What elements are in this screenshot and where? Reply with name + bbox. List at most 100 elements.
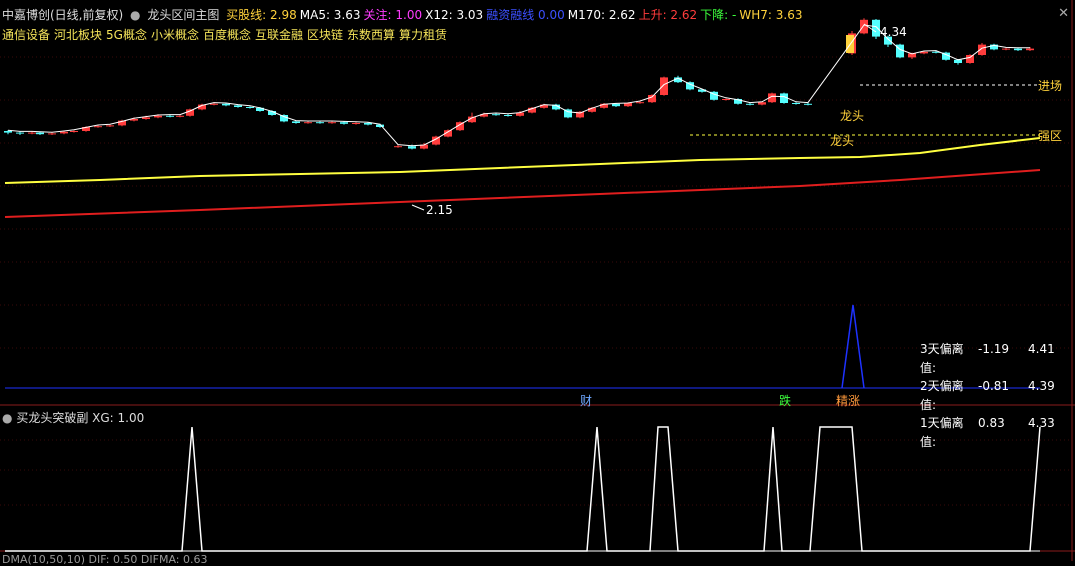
dragon-head-label-2: 龙头 [830,134,854,148]
candle-body [364,123,372,125]
gear-icon[interactable]: ✕ [1058,6,1069,21]
concept-tag-2[interactable]: 5G概念 [106,28,147,42]
candle-body [660,77,668,95]
candle-body [504,115,512,116]
sub-panel-dropdown-icon[interactable]: ● [2,411,12,425]
candle-body [340,122,348,124]
candle-body [492,114,500,116]
deviation-price: 4.33 [1028,416,1055,430]
candle-body [70,131,78,132]
deviation-label: 2天偏离值: [920,379,964,412]
candle-body [316,122,324,124]
indicator-value-8: WH7: 3.63 [739,8,803,22]
stock-name[interactable]: 中嘉博创(日线,前复权) [2,8,123,22]
candle-body [1014,48,1022,51]
candle-body [746,103,754,105]
deviation-price: 4.41 [1028,342,1055,356]
high-price-label: 4.34 [880,25,907,39]
dragon-head-label-1: 龙头 [840,109,864,123]
indicator-value-3: X12: 3.03 [425,8,484,22]
blue-spike [841,304,865,389]
deviation-label: 3天偏离值: [920,342,964,375]
deviation-row: 1天偏离值: 0.83 4.33 [920,414,1055,451]
kline-chart-svg[interactable]: 4.342.15龙头龙头进场强区 [0,0,1075,561]
concept-tag-4[interactable]: 百度概念 [203,28,251,42]
candle-body [792,103,800,104]
candle-body [1002,48,1010,50]
concept-tag-6[interactable]: 区块链 [307,28,343,42]
candle-body [394,146,402,148]
indicator-values: 买股线: 2.98 MA5: 3.63 关注: 1.00 X12: 3.03 融资融线 … [226,8,805,22]
candle-body [612,103,620,107]
concept-tag-3[interactable]: 小米概念 [151,28,199,42]
candle-body [176,115,184,117]
indicator-value-6: 上升: 2.62 [638,8,698,22]
xg-value: 1.00 [117,411,145,425]
candle-body [36,132,44,135]
concept-tag-1[interactable]: 河北板块 [54,28,102,42]
candle-body [758,102,766,105]
candle-body [408,146,416,149]
candle-body [648,95,656,103]
candle-body [304,122,312,124]
deviation-price: 4.39 [1028,379,1055,393]
chart-stage[interactable]: 4.34 2.15 龙头 龙头 进场 强区 中嘉博创(日线,前复权) ● 龙头区间主图 买… [0,0,1075,566]
deviation-label: 1天偏离值: [920,416,964,449]
indicator-value-1: MA5: 3.63 [299,8,361,22]
indicator-value-4: 融资融线 0.00 [486,8,565,22]
candle-body [280,115,288,122]
sub-panel-header: ● 买龙头突破副 XG: 1.00 [2,409,144,426]
candle-body [60,131,68,134]
candle-body [16,132,24,134]
candle-body [292,121,300,123]
candle-body [722,99,730,100]
concept-tag-7[interactable]: 东数西算 [347,28,395,42]
deviation-row: 3天偏离值: -1.19 4.41 [920,340,1055,377]
xg-label: XG: [92,411,114,425]
candle-body [186,109,194,116]
indicator-dropdown-icon[interactable]: ● [130,8,140,22]
deviation-value: -1.19 [978,342,1010,356]
deviation-table: 3天偏离值: -1.19 4.41 2天偏离值: -0.81 4.39 1天偏离值: 0.83… [920,340,1055,451]
concept-tags: 通信设备 河北板块 5G概念 小米概念 百度概念 互联金融 区块链 东数西算 算力租赁 [2,26,451,43]
candle-body [222,103,230,106]
candle-body [28,132,36,134]
candle-body [352,123,360,124]
main-chart-header: 中嘉博创(日线,前复权) ● 龙头区间主图 买股线: 2.98 MA5: 3.63… [0,6,808,24]
indicator-value-5: M170: 2.62 [567,8,636,22]
candle-body [1026,48,1034,51]
candle-body [246,107,254,108]
candle-body [804,103,812,105]
candle-body [154,115,162,118]
candle-body [872,19,880,37]
concept-tag-0[interactable]: 通信设备 [2,28,50,42]
candle-body [234,105,242,107]
candle-body [142,117,150,119]
low-pointer [411,204,425,211]
candle-body [166,115,174,117]
marker-die: 跌 [779,394,792,408]
candle-body [48,133,56,135]
candle-body [860,19,868,34]
indicator-value-0: 买股线: 2.98 [226,8,297,22]
candle-body [210,103,218,105]
marker-cai: 财 [580,394,593,408]
sub-panel-title[interactable]: 买龙头突破副 [16,411,88,425]
indicator-name[interactable]: 龙头区间主图 [147,8,219,22]
candle-body [328,122,336,124]
concept-tag-5[interactable]: 互联金融 [255,28,303,42]
yellow-line [4,137,1041,184]
concept-tag-8[interactable]: 算力租赁 [399,28,447,42]
ma-line [7,24,1030,147]
marker-jingzhang: 精涨 [836,394,861,408]
deviation-value: -0.81 [978,379,1010,393]
panel-settings: ✕ [1058,6,1069,163]
candle-body [636,102,644,104]
indicator-value-2: 关注: 1.00 [363,8,423,22]
candle-body [106,125,114,127]
candle-body [966,55,974,63]
xg-signal-line [5,426,1041,552]
deviation-value: 0.83 [978,416,1005,430]
deviation-row: 2天偏离值: -0.81 4.39 [920,377,1055,414]
low-price-label: 2.15 [426,203,453,217]
